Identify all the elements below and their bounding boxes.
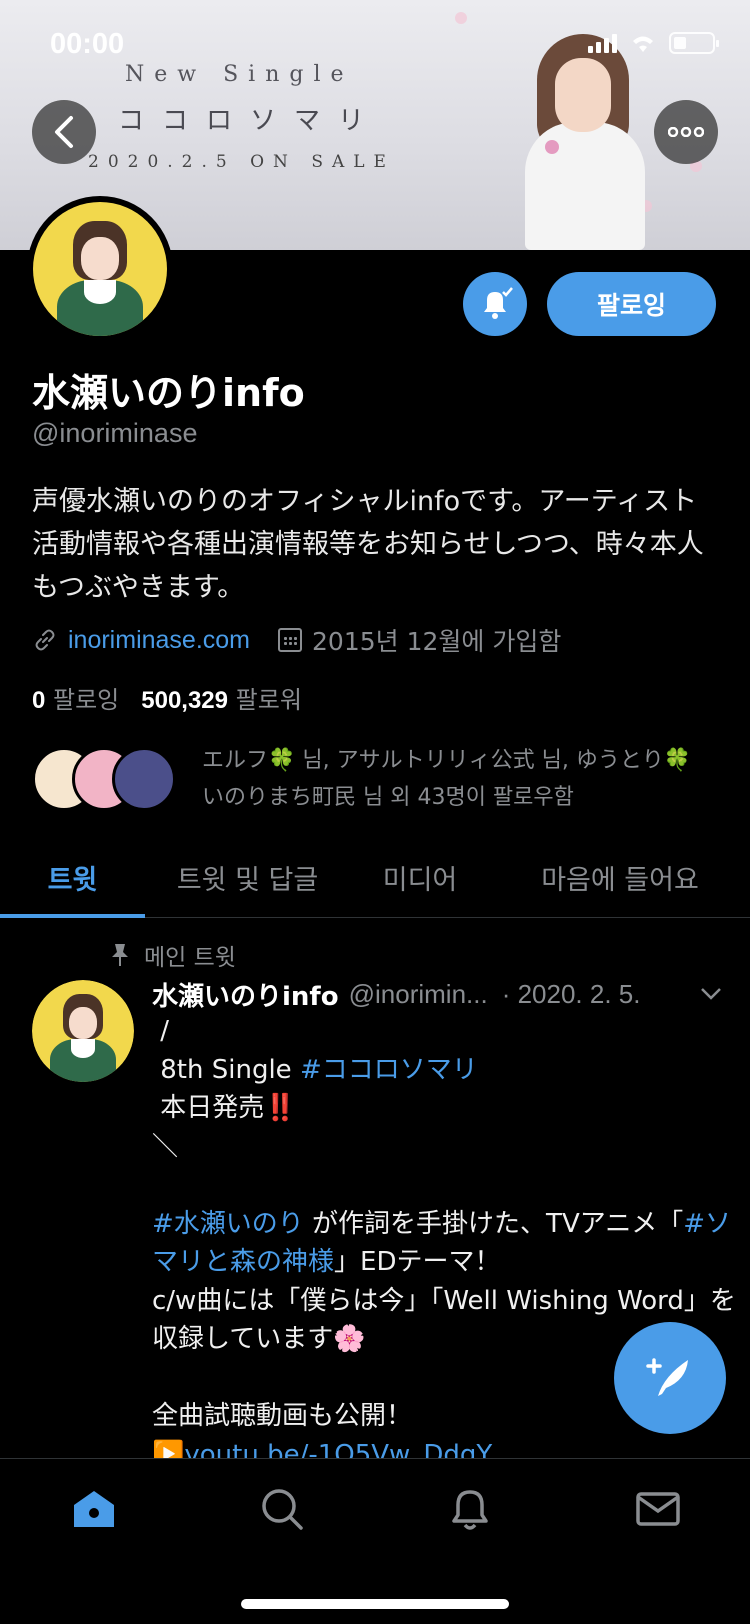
- hashtag-link[interactable]: マリと森の神様: [152, 1247, 334, 1277]
- bottom-navigation: [0, 1458, 750, 1624]
- tweet-author-handle: @inorimin...: [348, 979, 488, 1009]
- following-button[interactable]: 팔로잉: [547, 272, 716, 336]
- join-date: 2015년 12월에 가입함: [278, 622, 561, 658]
- tweet-line: 本日発売‼️: [160, 1093, 297, 1123]
- more-icon: [668, 127, 704, 137]
- signal-icon: [588, 33, 617, 53]
- pinned-text: 메인 트윗: [144, 945, 236, 971]
- tweet-date[interactable]: · 2020. 2. 5.: [502, 979, 641, 1010]
- home-indicator[interactable]: [241, 1599, 509, 1609]
- tweet-line: が作詞を手掛けた、TVアニメ「: [303, 1208, 684, 1239]
- notification-toggle-button[interactable]: [463, 272, 527, 336]
- website-link[interactable]: inoriminase.com: [68, 626, 250, 655]
- compose-tweet-button[interactable]: [614, 1322, 726, 1434]
- chevron-down-icon[interactable]: [700, 982, 722, 1007]
- tweet-avatar[interactable]: [32, 980, 134, 1082]
- status-icons: [588, 32, 719, 54]
- tab-tweets-replies[interactable]: 트윗 및 답글: [145, 838, 350, 917]
- tweet-line: ＼: [152, 1131, 179, 1162]
- hashtag-link[interactable]: #水瀬いのり: [152, 1209, 304, 1239]
- known-followers[interactable]: エルフ🍀 님, アサルトリリィ公式 님, ゆうとり🍀いのりまち町民 님 외 43…: [32, 742, 702, 816]
- back-button[interactable]: [32, 100, 96, 164]
- followers-label: 팔로워: [235, 686, 302, 714]
- tab-tweets[interactable]: 트윗: [0, 838, 145, 918]
- profile-avatar[interactable]: [27, 196, 173, 342]
- bell-icon[interactable]: [446, 1485, 494, 1533]
- banner-date: 2020.2.5 ON SALE: [88, 152, 395, 172]
- following-stat[interactable]: 0 팔로잉: [32, 680, 119, 715]
- banner-photo: [515, 22, 655, 250]
- search-icon[interactable]: [258, 1485, 306, 1533]
- following-count: 0: [32, 687, 46, 714]
- petal-decoration: [455, 12, 467, 24]
- tweet-line: 」EDテーマ！: [334, 1247, 501, 1277]
- known-follower-avatars: [32, 743, 202, 815]
- banner-subtitle: ココロソマリ: [118, 106, 383, 136]
- tweet-line: /: [160, 1016, 170, 1046]
- more-options-button[interactable]: [654, 100, 718, 164]
- pinned-label: 메인 트윗: [110, 938, 236, 972]
- tab-likes[interactable]: 마음에 들어요: [490, 838, 750, 917]
- banner-title: New Single: [125, 62, 354, 87]
- profile-meta: inoriminase.com 2015년 12월에 가입함: [32, 622, 561, 658]
- chevron-left-icon: [55, 116, 73, 148]
- tweet-line: 8th Single: [160, 1054, 300, 1085]
- profile-handle: @inoriminase: [32, 418, 198, 448]
- wifi-icon: [633, 36, 653, 52]
- following-label: 팔로잉: [53, 686, 120, 714]
- pin-icon: [112, 944, 128, 966]
- avatar: [112, 747, 176, 811]
- join-date-text: 2015년 12월에 가입함: [312, 627, 562, 656]
- tweet-line: c/w曲には「僕らは今」「Well Wishing Word」を: [152, 1285, 736, 1316]
- followers-count: 500,329: [141, 687, 229, 714]
- tab-media[interactable]: 미디어: [350, 838, 490, 917]
- status-time: 00:00: [50, 28, 125, 60]
- profile-bio: 声優水瀬いのりのオフィシャルinfoです。アーティスト活動情報や各種出演情報等を…: [32, 486, 704, 603]
- followers-stat[interactable]: 500,329 팔로워: [141, 680, 302, 715]
- bell-check-icon: [484, 287, 513, 319]
- link-icon: [35, 629, 55, 651]
- tweet-header: 水瀬いのりinfo @inorimin... · 2020. 2. 5.: [152, 976, 722, 1013]
- profile-tabs: 트윗 트윗 및 답글 미디어 마음에 들어요: [0, 838, 750, 918]
- display-name: 水瀬いのりinfo: [32, 371, 305, 415]
- follow-stats: 0 팔로잉 500,329 팔로워: [32, 680, 302, 715]
- mail-icon[interactable]: [634, 1485, 682, 1533]
- tweet-author-name[interactable]: 水瀬いのりinfo: [152, 976, 339, 1013]
- known-followers-text: エルフ🍀 님, アサルトリリィ公式 님, ゆうとり🍀いのりまち町民 님 외 43…: [202, 748, 692, 810]
- calendar-icon: [278, 628, 303, 652]
- hashtag-link[interactable]: #ココロソマリ: [300, 1055, 478, 1085]
- battery-icon: [669, 32, 719, 54]
- compose-icon: [646, 1358, 688, 1396]
- home-icon[interactable]: [70, 1485, 118, 1533]
- hashtag-link[interactable]: #ソ: [683, 1209, 731, 1239]
